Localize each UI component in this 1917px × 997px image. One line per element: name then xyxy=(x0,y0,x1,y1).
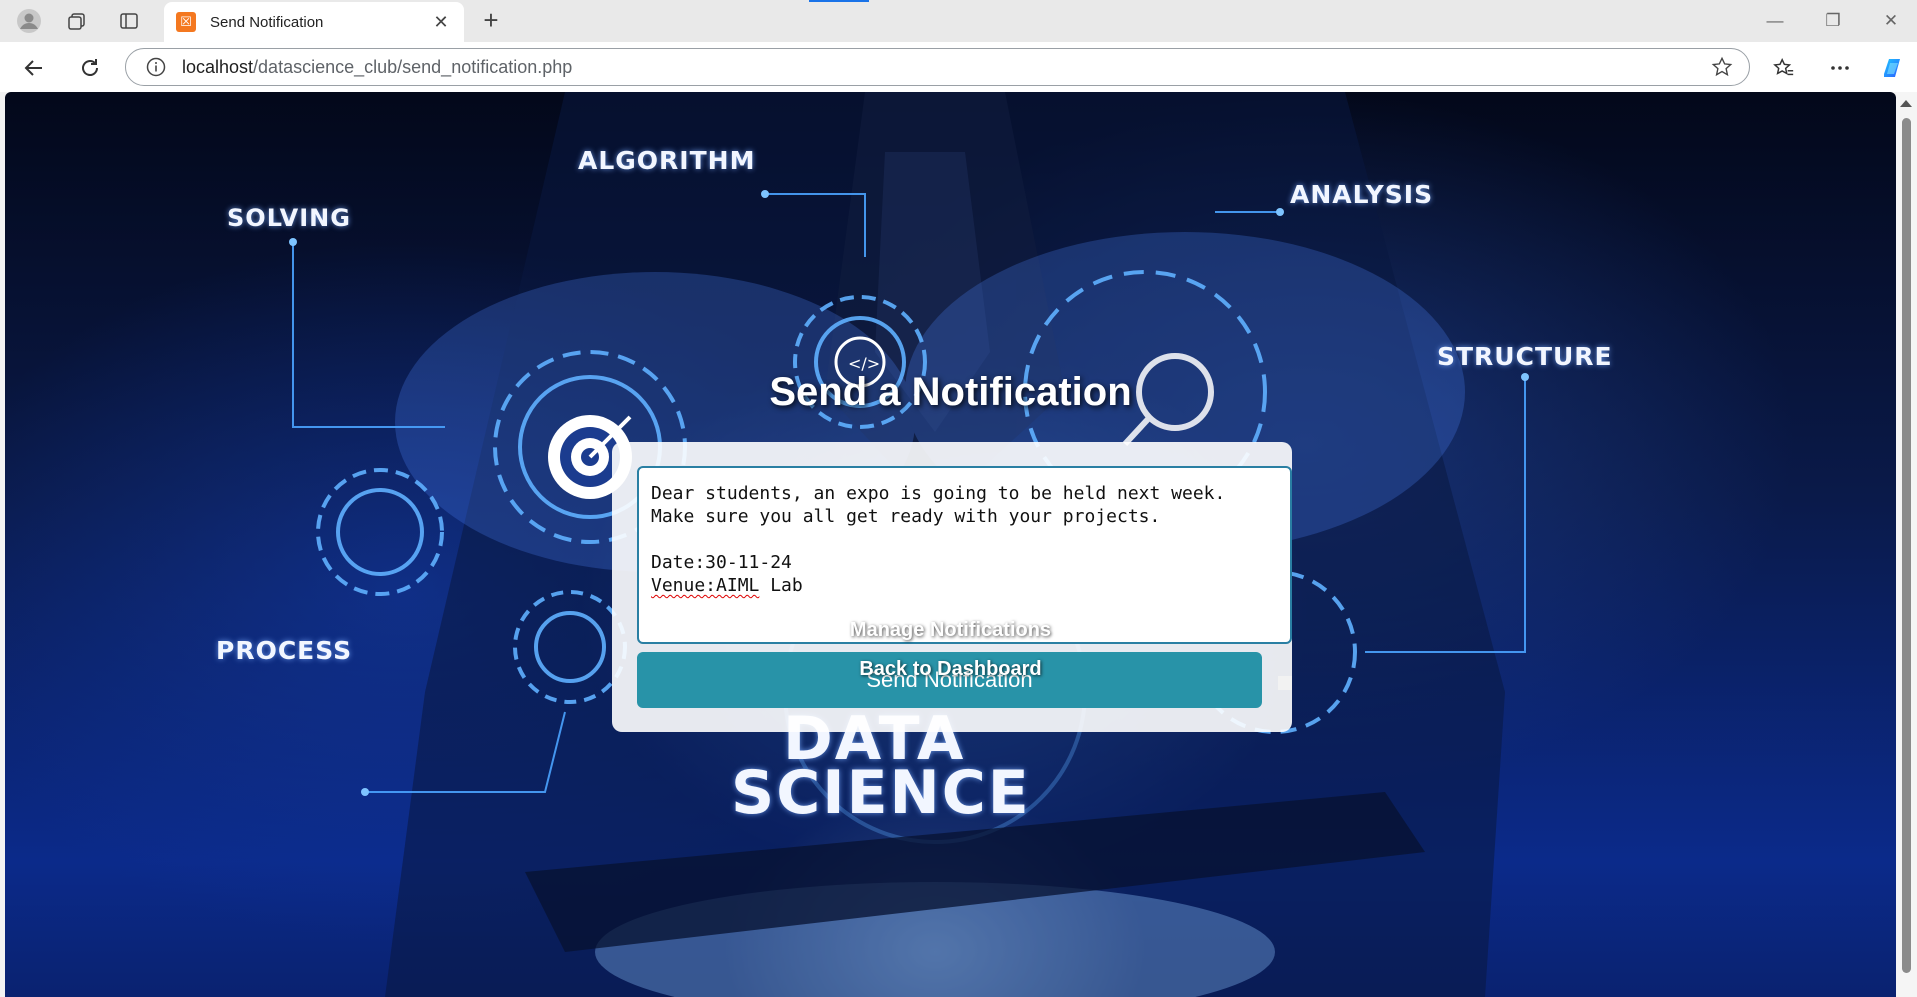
url-path: /datascience_club/send_notification.php xyxy=(253,56,573,77)
manage-notifications-link[interactable]: Manage Notifications xyxy=(5,619,1896,642)
bg-word-analysis: ANALYSIS xyxy=(1290,180,1434,209)
address-bar[interactable]: localhost/datascience_club/send_notifica… xyxy=(125,48,1750,86)
close-window-button[interactable]: ✕ xyxy=(1868,8,1914,34)
bg-word-solving: SOLVING xyxy=(227,204,351,232)
favorites-icon[interactable] xyxy=(1768,52,1800,84)
favorite-star-icon[interactable] xyxy=(1709,54,1735,80)
restore-button[interactable]: ❐ xyxy=(1810,8,1856,34)
site-info-icon[interactable] xyxy=(144,55,168,79)
more-icon[interactable] xyxy=(1824,52,1856,84)
tab-actions-icon[interactable] xyxy=(108,6,150,36)
workspaces-icon[interactable] xyxy=(56,6,98,36)
message-textarea[interactable]: Dear students, an expo is going to be he… xyxy=(637,466,1292,644)
back-icon[interactable] xyxy=(18,52,50,84)
scroll-up-arrow-icon[interactable] xyxy=(1900,100,1912,107)
new-tab-button[interactable]: + xyxy=(476,7,506,34)
tab-title: Send Notification xyxy=(210,13,324,31)
notification-form: Dear students, an expo is going to be he… xyxy=(612,442,1292,732)
refresh-icon[interactable] xyxy=(74,52,106,84)
bg-word-structure: STRUCTURE xyxy=(1437,342,1613,371)
minimize-button[interactable]: — xyxy=(1752,8,1798,34)
xampp-icon: ☒ xyxy=(176,12,196,32)
bg-word-algorithm: ALGORITHM xyxy=(578,146,756,175)
spellcheck-marked-word: Venue:AIML xyxy=(651,575,760,596)
venue-rest: Lab xyxy=(759,575,803,596)
message-line: Make sure you all get ready with your pr… xyxy=(651,506,1161,527)
message-line xyxy=(651,528,1278,551)
browser-tab-strip: ☒ Send Notification ✕ + — ❐ ✕ xyxy=(0,0,1917,42)
url-text[interactable]: localhost/datascience_club/send_notifica… xyxy=(182,57,1709,78)
browser-toolbar: localhost/datascience_club/send_notifica… xyxy=(0,42,1917,92)
url-host: localhost xyxy=(182,56,254,77)
message-line: Date:30-11-24 xyxy=(651,552,792,573)
page-viewport: </> ALGORITHM SOLVING ANALYSIS STRUCTURE… xyxy=(5,92,1896,997)
scroll-thumb[interactable] xyxy=(1902,118,1911,973)
tab-close-icon[interactable]: ✕ xyxy=(430,12,452,33)
profile-icon[interactable] xyxy=(8,6,50,36)
bg-word-science: SCIENCE xyxy=(731,758,1031,828)
message-line: Dear students, an expo is going to be he… xyxy=(651,483,1226,504)
copilot-icon[interactable] xyxy=(1876,52,1908,84)
back-to-dashboard-link[interactable]: Back to Dashboard xyxy=(5,658,1896,681)
tab-strip-accent xyxy=(809,0,869,2)
page-title: Send a Notification xyxy=(769,370,1132,414)
active-tab[interactable]: ☒ Send Notification ✕ xyxy=(164,2,464,42)
page-scrollbar[interactable] xyxy=(1896,92,1917,997)
message-line-venue: Venue:AIML Lab xyxy=(651,574,1278,597)
